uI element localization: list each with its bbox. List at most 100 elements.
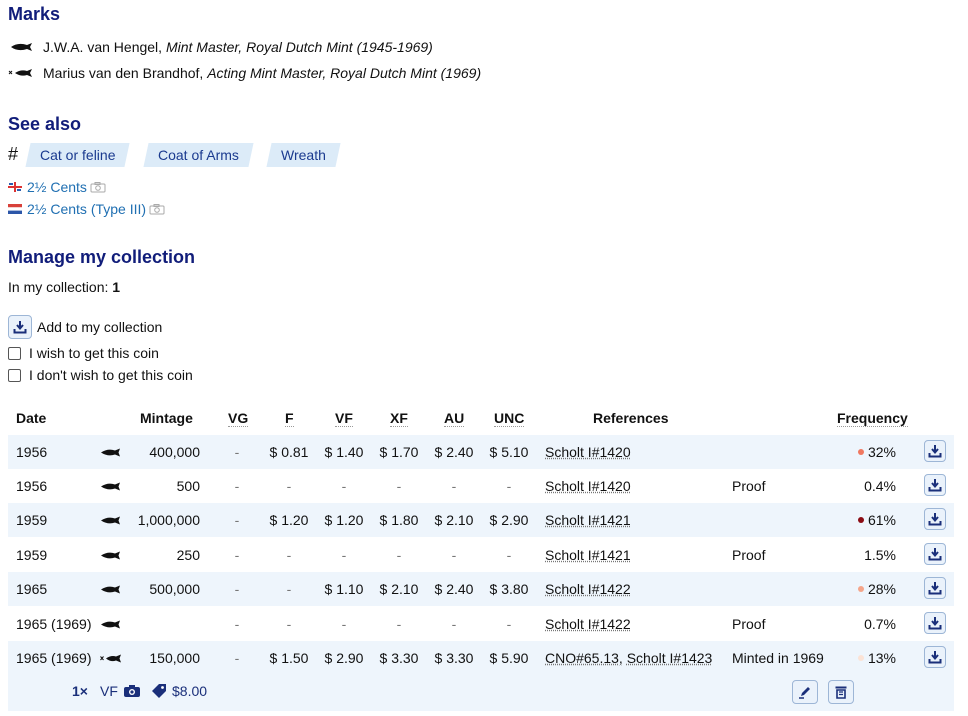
reference-link[interactable]: Scholt I#1422 — [545, 616, 631, 632]
cell-f: - — [286, 581, 292, 597]
table-row: 1959 1,000,000 - $ 1.20 $ 1.20 $ 1.80 $ 2.10 $ … — [8, 503, 954, 537]
header-references: References — [593, 410, 669, 426]
download-icon[interactable] — [924, 577, 946, 599]
frequency-dot — [857, 449, 864, 456]
starfish-mark-icon — [8, 69, 32, 77]
download-icon[interactable] — [924, 543, 946, 565]
tag-cat-or-feline[interactable]: Cat or feline — [25, 143, 131, 167]
cell-date: 1956 — [16, 444, 48, 460]
cell-vf: - — [341, 478, 347, 494]
nowish-checkbox[interactable] — [8, 368, 21, 382]
table-row: 1956 500 - - - - - - Scholt I#1420 Proof 0.4% — [8, 469, 954, 503]
tag-wreath[interactable]: Wreath — [266, 143, 341, 167]
add-label[interactable]: Add to my collection — [37, 319, 162, 335]
header-unc: UNC — [494, 410, 525, 427]
fish-mark-icon — [100, 538, 122, 572]
download-icon[interactable] — [924, 612, 946, 634]
reference-link[interactable]: Scholt I#1423 — [627, 650, 713, 666]
see-also-link[interactable]: 2½ Cents (Type III) — [8, 200, 165, 218]
reference-link[interactable]: Scholt I#1421 — [545, 512, 631, 528]
download-icon[interactable] — [924, 474, 946, 496]
wish-label[interactable]: I wish to get this coin — [29, 345, 159, 361]
cell-vf: $ 1.20 — [324, 512, 364, 528]
cell-frequency: 61% — [808, 503, 896, 537]
cell-note: Proof — [732, 547, 766, 563]
camera-icon[interactable] — [123, 684, 141, 698]
cell-au: - — [451, 547, 457, 563]
wish-checkbox-row[interactable]: I wish to get this coin — [8, 345, 159, 361]
header-au: AU — [444, 410, 465, 427]
table-row: 1959 250 - - - - - - Scholt I#1421 Proof 1.5% — [8, 538, 954, 572]
cell-note: Proof — [732, 478, 766, 494]
reference-link[interactable]: CNO#65.13, — [545, 650, 623, 666]
reference-link[interactable]: Scholt I#1420 — [545, 478, 631, 494]
cell-date: 1956 — [16, 478, 48, 494]
reference-link[interactable]: Scholt I#1422 — [545, 581, 631, 597]
collection-count: 1 — [112, 279, 121, 295]
cell-vg: - — [234, 581, 240, 597]
cell-f: - — [286, 616, 292, 632]
cell-vg: - — [234, 512, 240, 528]
cell-frequency: 32% — [808, 435, 896, 469]
download-icon[interactable] — [924, 646, 946, 668]
cell-xf: $ 2.10 — [379, 581, 419, 597]
cell-vf: $ 1.10 — [324, 581, 364, 597]
nowish-label[interactable]: I don't wish to get this coin — [29, 367, 193, 383]
cell-date: 1959 — [16, 512, 48, 528]
cell-mintage — [120, 607, 200, 641]
nowish-checkbox-row[interactable]: I don't wish to get this coin — [8, 367, 193, 383]
cell-au: $ 2.10 — [434, 512, 474, 528]
cell-f: - — [286, 547, 292, 563]
fish-mark-icon — [100, 607, 122, 641]
cell-f: - — [286, 478, 292, 494]
cell-unc: - — [506, 547, 512, 563]
header-date: Date — [16, 410, 47, 426]
cell-date: 1965 (1969) — [16, 650, 92, 666]
reference-link[interactable]: Scholt I#1421 — [545, 547, 631, 563]
cell-au: - — [451, 616, 457, 632]
wish-checkbox[interactable] — [8, 346, 21, 360]
cell-unc: - — [506, 616, 512, 632]
cell-au: - — [451, 478, 457, 494]
edit-icon[interactable] — [792, 680, 818, 704]
download-icon[interactable] — [8, 315, 32, 339]
frequency-dot — [857, 517, 864, 524]
frequency-dot — [857, 655, 864, 662]
reference-link[interactable]: Scholt I#1420 — [545, 444, 631, 460]
cell-mintage: 500,000 — [149, 581, 200, 597]
price-tag-icon — [152, 684, 166, 698]
cell-vg: - — [234, 444, 240, 460]
see-also-link[interactable]: 2½ Cents — [8, 178, 106, 196]
cell-mintage: 400,000 — [149, 444, 200, 460]
mark-role: Acting Mint Master, Royal Dutch Mint (19… — [207, 65, 482, 81]
cell-frequency: 1.5% — [864, 547, 896, 563]
cell-references: Scholt I#1422 — [545, 572, 631, 606]
cell-unc: $ 3.80 — [489, 581, 529, 597]
add-to-collection[interactable]: Add to my collection — [8, 315, 162, 339]
cell-f: $ 1.50 — [269, 650, 309, 666]
fish-mark-icon — [100, 435, 122, 469]
antilles-flag-icon — [8, 182, 22, 192]
table-row: 1965 500,000 - - $ 1.10 $ 2.10 $ 2.40 $ 3.80 Sch… — [8, 572, 954, 606]
fish-mark-icon — [11, 43, 32, 51]
fish-mark-icon — [100, 469, 122, 503]
entry-quantity: 1× — [72, 683, 88, 699]
mark-role: Mint Master, Royal Dutch Mint (1945-1969… — [165, 39, 433, 55]
header-vf: VF — [335, 410, 353, 427]
delete-icon[interactable] — [828, 680, 854, 704]
cell-xf: $ 1.80 — [379, 512, 419, 528]
download-icon[interactable] — [924, 508, 946, 530]
marks-heading: Marks — [8, 4, 61, 24]
tag-coat-of-arms[interactable]: Coat of Arms — [143, 143, 254, 167]
cell-mintage: 250 — [176, 547, 200, 563]
netherlands-flag-icon — [8, 204, 22, 214]
download-icon[interactable] — [924, 440, 946, 462]
collection-entry-row: 1× VF $8.00 — [8, 675, 954, 711]
mark-name: J.W.A. van Hengel, — [43, 39, 163, 55]
cell-xf: - — [396, 616, 402, 632]
table-row: 1956 400,000 - $ 0.81 $ 1.40 $ 1.70 $ 2.40 $ 5.… — [8, 435, 954, 469]
camera-icon — [90, 181, 106, 192]
see-also-heading: See also — [8, 114, 82, 134]
cell-vf: - — [341, 616, 347, 632]
fish-mark-icon — [100, 503, 122, 537]
